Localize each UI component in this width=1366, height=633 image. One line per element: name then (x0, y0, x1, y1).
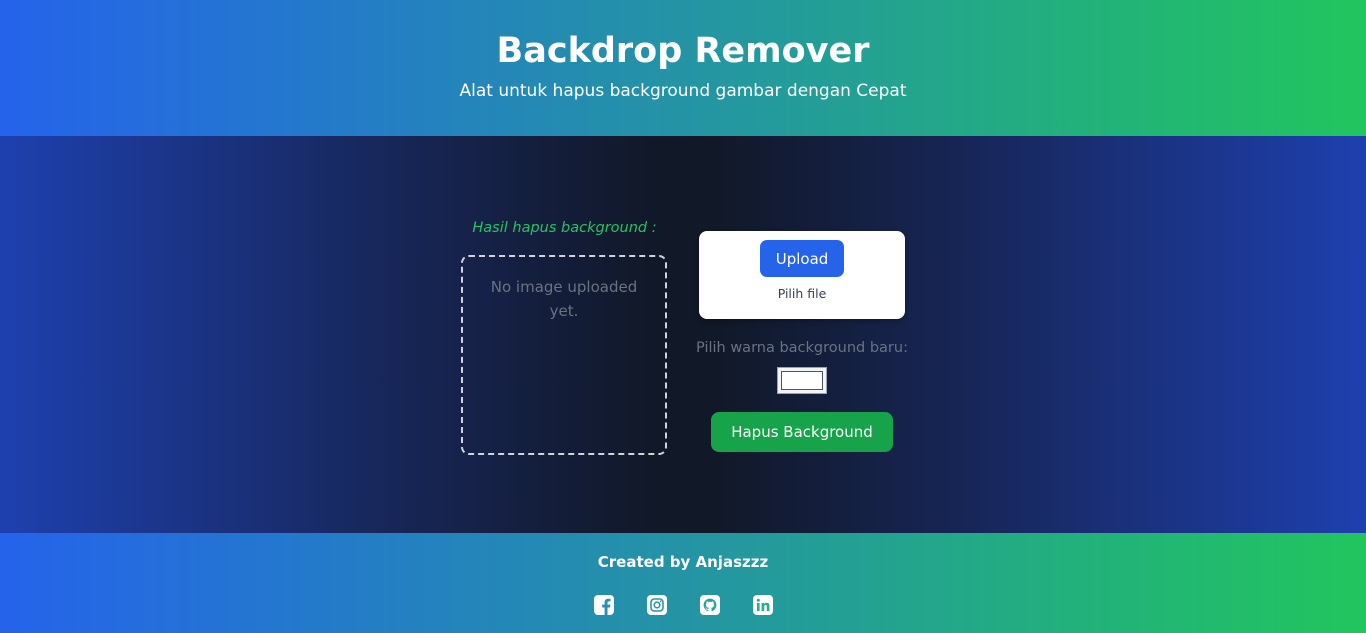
page-title: Backdrop Remover (496, 31, 870, 71)
result-preview-box: No image uploaded yet. (461, 255, 667, 455)
facebook-icon[interactable] (593, 594, 615, 616)
footer: Created by Anjaszzz (0, 533, 1366, 633)
upload-card: Upload Pilih file (699, 231, 905, 319)
choose-file-label[interactable]: Pilih file (699, 285, 905, 303)
remove-background-button[interactable]: Hapus Background (711, 412, 893, 452)
background-color-picker[interactable] (777, 367, 827, 394)
color-swatch (781, 371, 823, 390)
footer-credit: Created by Anjaszzz (597, 553, 769, 571)
instagram-icon[interactable] (646, 594, 668, 616)
linkedin-icon[interactable] (752, 594, 774, 616)
color-picker-label: Pilih warna background baru: (696, 340, 908, 356)
main-section: Hasil hapus background : No image upload… (0, 136, 1366, 533)
social-links (0, 594, 1366, 616)
empty-state-text: No image uploaded yet. (490, 278, 638, 320)
upload-button[interactable]: Upload (760, 240, 844, 277)
result-label: Hasil hapus background : (472, 220, 657, 236)
github-icon[interactable] (699, 594, 721, 616)
page-subtitle: Alat untuk hapus background gambar denga… (459, 81, 907, 101)
header: Backdrop Remover Alat untuk hapus backgr… (0, 0, 1366, 136)
